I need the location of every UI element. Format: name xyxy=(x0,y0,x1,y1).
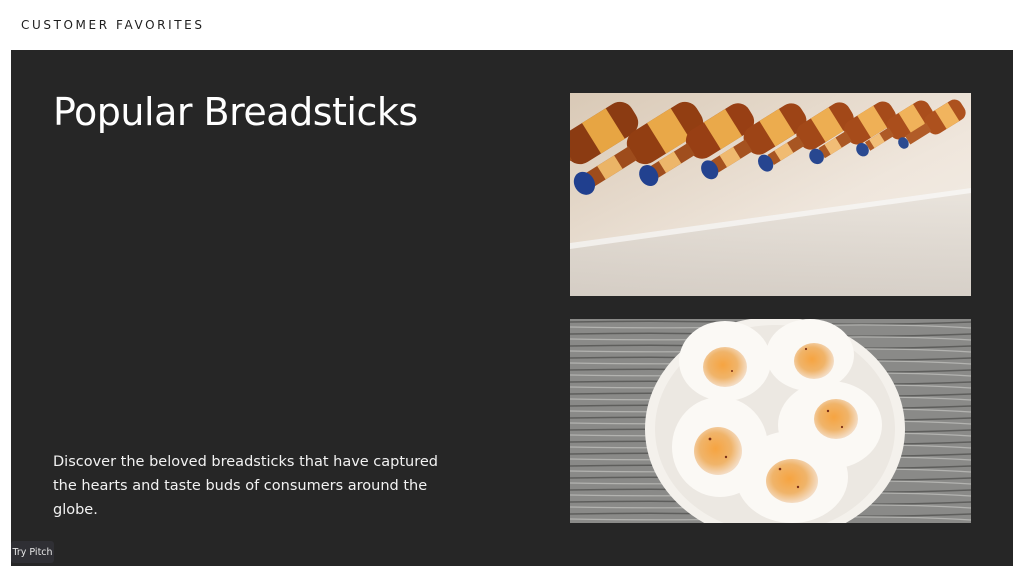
slide-title: Popular Breadsticks xyxy=(53,90,418,134)
eggs-illustration xyxy=(570,319,971,523)
section-label: CUSTOMER FAVORITES xyxy=(21,18,205,32)
slide-panel: Popular Breadsticks Discover the beloved… xyxy=(11,50,1013,566)
bottles-photo xyxy=(570,93,971,296)
slide-description: Discover the beloved breadsticks that ha… xyxy=(53,454,439,518)
bottles-illustration xyxy=(570,93,971,296)
try-pitch-badge[interactable]: Try Pitch xyxy=(11,541,54,563)
eggs-photo xyxy=(570,319,971,523)
